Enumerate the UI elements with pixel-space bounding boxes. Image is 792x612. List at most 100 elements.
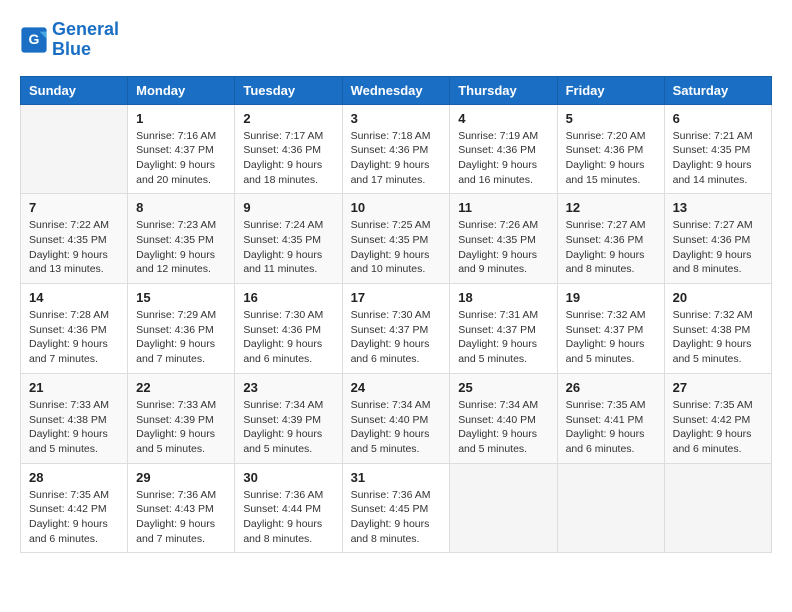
- logo: G General Blue: [20, 20, 119, 60]
- day-info: Sunrise: 7:29 AM Sunset: 4:36 PM Dayligh…: [136, 308, 226, 367]
- logo-text: General Blue: [52, 20, 119, 60]
- day-number: 1: [136, 111, 226, 126]
- day-number: 5: [566, 111, 656, 126]
- day-number: 15: [136, 290, 226, 305]
- calendar-cell: 21 Sunrise: 7:33 AM Sunset: 4:38 PM Dayli…: [21, 373, 128, 463]
- day-info: Sunrise: 7:27 AM Sunset: 4:36 PM Dayligh…: [566, 218, 656, 277]
- calendar-cell: 3 Sunrise: 7:18 AM Sunset: 4:36 PM Daylig…: [342, 104, 450, 194]
- day-number: 10: [351, 200, 442, 215]
- weekday-header-row: SundayMondayTuesdayWednesdayThursdayFrid…: [21, 76, 772, 104]
- day-number: 16: [243, 290, 333, 305]
- calendar-cell: 23 Sunrise: 7:34 AM Sunset: 4:39 PM Dayli…: [235, 373, 342, 463]
- day-number: 27: [673, 380, 763, 395]
- weekday-header-cell: Friday: [557, 76, 664, 104]
- day-info: Sunrise: 7:23 AM Sunset: 4:35 PM Dayligh…: [136, 218, 226, 277]
- day-info: Sunrise: 7:19 AM Sunset: 4:36 PM Dayligh…: [458, 129, 548, 188]
- day-number: 28: [29, 470, 119, 485]
- day-number: 17: [351, 290, 442, 305]
- day-number: 3: [351, 111, 442, 126]
- calendar-cell: 6 Sunrise: 7:21 AM Sunset: 4:35 PM Daylig…: [664, 104, 771, 194]
- calendar-cell: [664, 463, 771, 553]
- calendar-cell: 27 Sunrise: 7:35 AM Sunset: 4:42 PM Dayli…: [664, 373, 771, 463]
- calendar-cell: 15 Sunrise: 7:29 AM Sunset: 4:36 PM Dayli…: [128, 284, 235, 374]
- day-number: 8: [136, 200, 226, 215]
- calendar-cell: 4 Sunrise: 7:19 AM Sunset: 4:36 PM Daylig…: [450, 104, 557, 194]
- calendar-week-row: 1 Sunrise: 7:16 AM Sunset: 4:37 PM Daylig…: [21, 104, 772, 194]
- calendar-table: SundayMondayTuesdayWednesdayThursdayFrid…: [20, 76, 772, 554]
- day-info: Sunrise: 7:34 AM Sunset: 4:40 PM Dayligh…: [458, 398, 548, 457]
- day-info: Sunrise: 7:36 AM Sunset: 4:45 PM Dayligh…: [351, 488, 442, 547]
- calendar-cell: [21, 104, 128, 194]
- calendar-cell: [557, 463, 664, 553]
- calendar-week-row: 14 Sunrise: 7:28 AM Sunset: 4:36 PM Dayli…: [21, 284, 772, 374]
- calendar-cell: 30 Sunrise: 7:36 AM Sunset: 4:44 PM Dayli…: [235, 463, 342, 553]
- day-info: Sunrise: 7:16 AM Sunset: 4:37 PM Dayligh…: [136, 129, 226, 188]
- page-header: G General Blue: [20, 20, 772, 60]
- day-number: 6: [673, 111, 763, 126]
- day-info: Sunrise: 7:35 AM Sunset: 4:42 PM Dayligh…: [673, 398, 763, 457]
- day-info: Sunrise: 7:34 AM Sunset: 4:39 PM Dayligh…: [243, 398, 333, 457]
- day-number: 25: [458, 380, 548, 395]
- calendar-cell: 18 Sunrise: 7:31 AM Sunset: 4:37 PM Dayli…: [450, 284, 557, 374]
- calendar-cell: 17 Sunrise: 7:30 AM Sunset: 4:37 PM Dayli…: [342, 284, 450, 374]
- day-number: 30: [243, 470, 333, 485]
- calendar-cell: 12 Sunrise: 7:27 AM Sunset: 4:36 PM Dayli…: [557, 194, 664, 284]
- day-info: Sunrise: 7:21 AM Sunset: 4:35 PM Dayligh…: [673, 129, 763, 188]
- day-info: Sunrise: 7:35 AM Sunset: 4:41 PM Dayligh…: [566, 398, 656, 457]
- day-info: Sunrise: 7:28 AM Sunset: 4:36 PM Dayligh…: [29, 308, 119, 367]
- day-number: 21: [29, 380, 119, 395]
- calendar-cell: 26Sunrise: 7:35 AM Sunset: 4:41 PM Dayli…: [557, 373, 664, 463]
- calendar-cell: 5 Sunrise: 7:20 AM Sunset: 4:36 PM Daylig…: [557, 104, 664, 194]
- calendar-cell: 14 Sunrise: 7:28 AM Sunset: 4:36 PM Dayli…: [21, 284, 128, 374]
- day-number: 31: [351, 470, 442, 485]
- calendar-cell: 1 Sunrise: 7:16 AM Sunset: 4:37 PM Daylig…: [128, 104, 235, 194]
- calendar-cell: 10 Sunrise: 7:25 AM Sunset: 4:35 PM Dayli…: [342, 194, 450, 284]
- day-info: Sunrise: 7:36 AM Sunset: 4:43 PM Dayligh…: [136, 488, 226, 547]
- calendar-cell: 7 Sunrise: 7:22 AM Sunset: 4:35 PM Daylig…: [21, 194, 128, 284]
- day-number: 24: [351, 380, 442, 395]
- day-info: Sunrise: 7:18 AM Sunset: 4:36 PM Dayligh…: [351, 129, 442, 188]
- weekday-header-cell: Wednesday: [342, 76, 450, 104]
- day-info: Sunrise: 7:34 AM Sunset: 4:40 PM Dayligh…: [351, 398, 442, 457]
- day-info: Sunrise: 7:33 AM Sunset: 4:38 PM Dayligh…: [29, 398, 119, 457]
- calendar-week-row: 21 Sunrise: 7:33 AM Sunset: 4:38 PM Dayli…: [21, 373, 772, 463]
- day-info: Sunrise: 7:32 AM Sunset: 4:38 PM Dayligh…: [673, 308, 763, 367]
- weekday-header-cell: Sunday: [21, 76, 128, 104]
- day-number: 18: [458, 290, 548, 305]
- day-number: 7: [29, 200, 119, 215]
- day-number: 22: [136, 380, 226, 395]
- calendar-cell: 16 Sunrise: 7:30 AM Sunset: 4:36 PM Dayli…: [235, 284, 342, 374]
- day-number: 12: [566, 200, 656, 215]
- weekday-header-cell: Thursday: [450, 76, 557, 104]
- logo-icon: G: [20, 26, 48, 54]
- weekday-header-cell: Saturday: [664, 76, 771, 104]
- day-info: Sunrise: 7:31 AM Sunset: 4:37 PM Dayligh…: [458, 308, 548, 367]
- calendar-cell: 25 Sunrise: 7:34 AM Sunset: 4:40 PM Dayli…: [450, 373, 557, 463]
- calendar-cell: 29Sunrise: 7:36 AM Sunset: 4:43 PM Dayli…: [128, 463, 235, 553]
- calendar-cell: 28Sunrise: 7:35 AM Sunset: 4:42 PM Dayli…: [21, 463, 128, 553]
- day-number: 2: [243, 111, 333, 126]
- weekday-header-cell: Monday: [128, 76, 235, 104]
- day-info: Sunrise: 7:24 AM Sunset: 4:35 PM Dayligh…: [243, 218, 333, 277]
- day-info: Sunrise: 7:25 AM Sunset: 4:35 PM Dayligh…: [351, 218, 442, 277]
- day-number: 9: [243, 200, 333, 215]
- day-info: Sunrise: 7:30 AM Sunset: 4:36 PM Dayligh…: [243, 308, 333, 367]
- calendar-cell: 31 Sunrise: 7:36 AM Sunset: 4:45 PM Dayli…: [342, 463, 450, 553]
- day-info: Sunrise: 7:20 AM Sunset: 4:36 PM Dayligh…: [566, 129, 656, 188]
- calendar-week-row: 28Sunrise: 7:35 AM Sunset: 4:42 PM Dayli…: [21, 463, 772, 553]
- day-number: 19: [566, 290, 656, 305]
- day-number: 4: [458, 111, 548, 126]
- day-info: Sunrise: 7:26 AM Sunset: 4:35 PM Dayligh…: [458, 218, 548, 277]
- day-info: Sunrise: 7:32 AM Sunset: 4:37 PM Dayligh…: [566, 308, 656, 367]
- day-info: Sunrise: 7:22 AM Sunset: 4:35 PM Dayligh…: [29, 218, 119, 277]
- day-info: Sunrise: 7:30 AM Sunset: 4:37 PM Dayligh…: [351, 308, 442, 367]
- day-info: Sunrise: 7:33 AM Sunset: 4:39 PM Dayligh…: [136, 398, 226, 457]
- day-number: 11: [458, 200, 548, 215]
- day-number: 23: [243, 380, 333, 395]
- day-number: 14: [29, 290, 119, 305]
- calendar-cell: [450, 463, 557, 553]
- calendar-cell: 19 Sunrise: 7:32 AM Sunset: 4:37 PM Dayli…: [557, 284, 664, 374]
- day-info: Sunrise: 7:36 AM Sunset: 4:44 PM Dayligh…: [243, 488, 333, 547]
- weekday-header-cell: Tuesday: [235, 76, 342, 104]
- calendar-cell: 8 Sunrise: 7:23 AM Sunset: 4:35 PM Daylig…: [128, 194, 235, 284]
